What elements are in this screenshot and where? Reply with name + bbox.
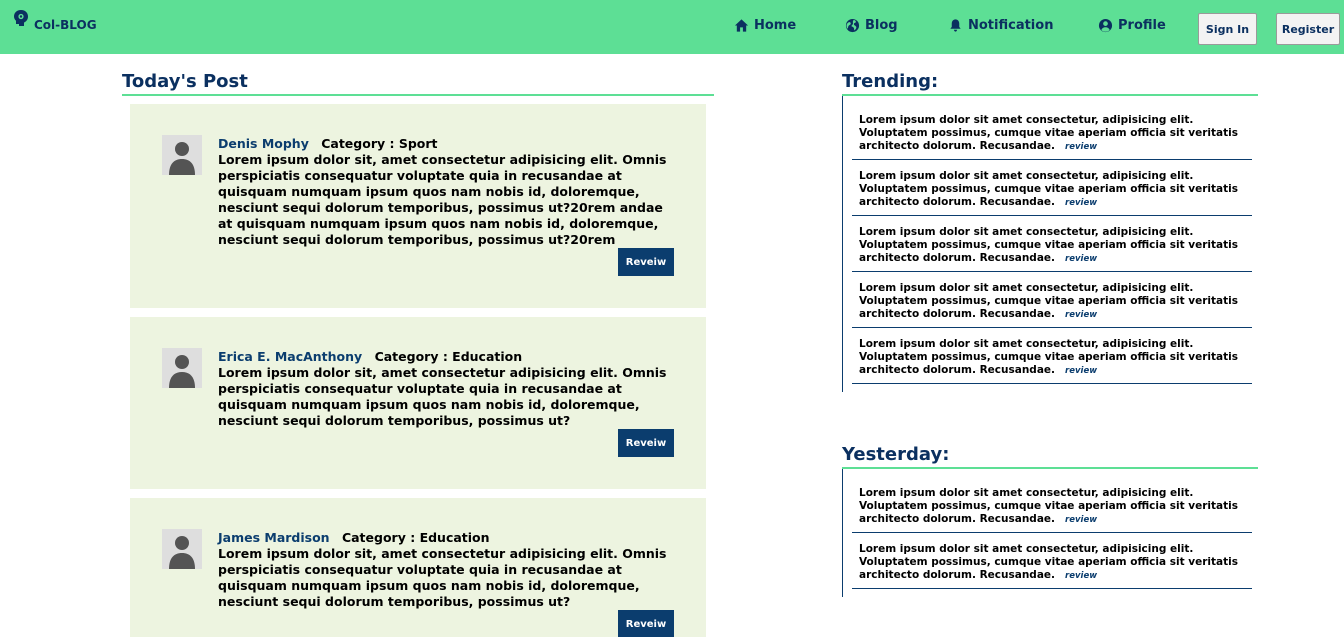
post-category: Category : Sport [321, 136, 438, 151]
list-item: Lorem ipsum dolor sit amet consectetur, … [852, 216, 1252, 272]
review-link[interactable]: review [1065, 310, 1097, 320]
nav-profile-label: Profile [1118, 18, 1166, 33]
trending-item-text: Lorem ipsum dolor sit amet consectetur, … [859, 282, 1238, 320]
nav-profile[interactable]: Profile [1098, 18, 1166, 33]
brand-logo[interactable]: Col-BLOG [12, 9, 97, 32]
nav-notification[interactable]: Notification [948, 18, 1053, 33]
trending-list: Lorem ipsum dolor sit amet consectetur, … [842, 96, 1258, 392]
list-item: Lorem ipsum dolor sit amet consectetur, … [852, 104, 1252, 160]
brand-name: Col-BLOG [34, 18, 97, 32]
trending-item-text: Lorem ipsum dolor sit amet consectetur, … [859, 114, 1238, 152]
register-button[interactable]: Register [1276, 13, 1340, 45]
avatar [162, 348, 202, 388]
post-author[interactable]: Erica E. MacAnthony [218, 349, 362, 364]
avatar [162, 529, 202, 569]
yesterday-list: Lorem ipsum dolor sit amet consectetur, … [842, 469, 1258, 597]
head-gear-icon [14, 10, 28, 26]
home-icon [734, 19, 749, 32]
nav-blog[interactable]: Blog [845, 18, 898, 33]
post-header: Erica E. MacAnthony Category : Education [218, 349, 678, 365]
post-content: Denis Mophy Category : Sport Lorem ipsum… [218, 136, 678, 248]
user-silhouette-icon [162, 348, 202, 388]
list-item: Lorem ipsum dolor sit amet consectetur, … [852, 272, 1252, 328]
post-body: Lorem ipsum dolor sit, amet consectetur … [218, 365, 667, 428]
post-content: Erica E. MacAnthony Category : Education… [218, 349, 678, 429]
user-silhouette-icon [162, 135, 202, 175]
bell-icon [950, 19, 961, 32]
post-category: Category : Education [374, 349, 523, 364]
nav-blog-label: Blog [865, 18, 898, 33]
post-category: Category : Education [341, 530, 490, 545]
post-author[interactable]: Denis Mophy [218, 136, 309, 151]
user-silhouette-icon [162, 529, 202, 569]
list-item: Lorem ipsum dolor sit amet consectetur, … [852, 477, 1252, 533]
navbar: Col-BLOG Home Blog Notification Profile … [0, 0, 1344, 54]
post-body: Lorem ipsum dolor sit, amet consectetur … [218, 152, 667, 247]
review-link[interactable]: review [1065, 254, 1097, 264]
post-header: James Mardison Category : Education [218, 530, 678, 546]
list-item: Lorem ipsum dolor sit amet consectetur, … [852, 160, 1252, 216]
post-header: Denis Mophy Category : Sport [218, 136, 678, 152]
nav-notification-label: Notification [968, 18, 1054, 33]
nav-home-label: Home [754, 18, 797, 33]
post-content: James Mardison Category : Education Lore… [218, 530, 678, 610]
post-card: Erica E. MacAnthony Category : Education… [130, 317, 706, 489]
post-author[interactable]: James Mardison [218, 530, 330, 545]
list-item: Lorem ipsum dolor sit amet consectetur, … [852, 533, 1252, 589]
review-button[interactable]: Reveiw [618, 248, 674, 276]
yesterday-item-text: Lorem ipsum dolor sit amet consectetur, … [859, 487, 1238, 525]
yesterday-item-text: Lorem ipsum dolor sit amet consectetur, … [859, 543, 1238, 581]
user-circle-icon [1098, 18, 1113, 33]
nav-home[interactable]: Home [734, 18, 796, 33]
trending-item-text: Lorem ipsum dolor sit amet consectetur, … [859, 170, 1238, 208]
yesterday-title: Yesterday: [842, 444, 950, 465]
review-link[interactable]: review [1065, 515, 1097, 525]
review-link[interactable]: review [1065, 142, 1097, 152]
post-card: James Mardison Category : Education Lore… [130, 498, 706, 637]
review-button[interactable]: Reveiw [618, 429, 674, 457]
sign-in-button[interactable]: Sign In [1198, 13, 1257, 45]
review-link[interactable]: review [1065, 198, 1097, 208]
review-link[interactable]: review [1065, 571, 1097, 581]
todays-post-title: Today's Post [122, 71, 248, 92]
todays-post-divider [122, 94, 714, 96]
post-card: Denis Mophy Category : Sport Lorem ipsum… [130, 104, 706, 308]
avatar [162, 135, 202, 175]
review-button[interactable]: Reveiw [618, 610, 674, 637]
trending-item-text: Lorem ipsum dolor sit amet consectetur, … [859, 338, 1238, 376]
trending-title: Trending: [842, 71, 939, 92]
post-body: Lorem ipsum dolor sit, amet consectetur … [218, 546, 667, 609]
list-item: Lorem ipsum dolor sit amet consectetur, … [852, 328, 1252, 384]
review-link[interactable]: review [1065, 366, 1097, 376]
trending-item-text: Lorem ipsum dolor sit amet consectetur, … [859, 226, 1238, 264]
globe-icon [845, 18, 860, 33]
